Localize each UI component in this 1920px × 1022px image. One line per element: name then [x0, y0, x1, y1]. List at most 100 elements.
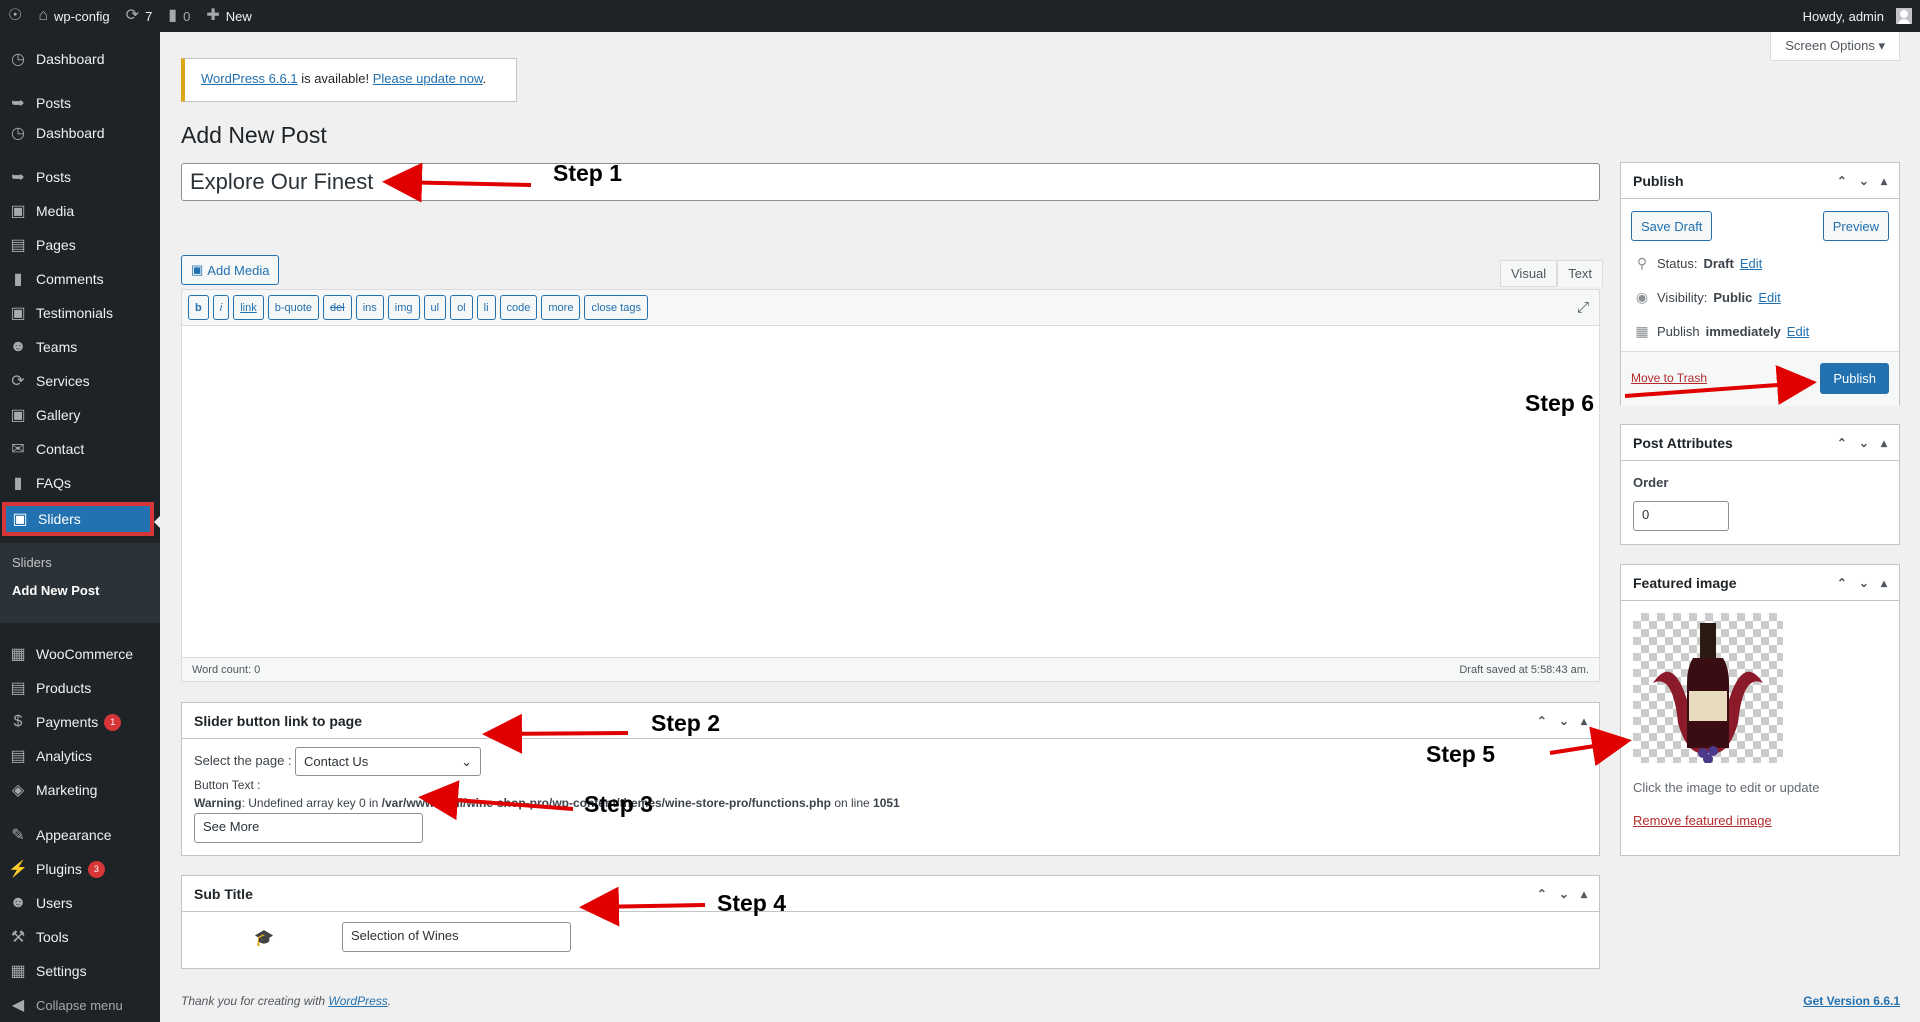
add-media-button[interactable]: ▣ Add Media	[181, 255, 280, 285]
users-icon: ☻	[9, 894, 27, 911]
menu-pages[interactable]: ▤ Pages	[0, 228, 160, 262]
qt-ul-button[interactable]: ul	[423, 295, 447, 320]
post-attributes-box: Post Attributes ⌃ ⌄ ▴ Order 0	[1620, 424, 1900, 545]
preview-button[interactable]: Preview	[1822, 211, 1889, 241]
featured-image-thumbnail[interactable]	[1633, 613, 1783, 764]
qt-bquote-button[interactable]: b-quote	[267, 295, 320, 320]
button-text-input[interactable]: See More	[194, 813, 423, 843]
qt-link-button[interactable]: link	[233, 295, 264, 320]
edit-schedule-link[interactable]: Edit	[1787, 324, 1809, 339]
menu-dashboard[interactable]: ◷ Dashboard	[0, 42, 160, 76]
pin-icon: ⚲	[1636, 255, 1648, 271]
menu-comments[interactable]: ▮ Comments	[0, 262, 160, 296]
menu-contact[interactable]: ✉ Contact	[0, 432, 160, 466]
menu-marketing[interactable]: ◈ Marketing	[0, 773, 160, 807]
menu-posts[interactable]: ➥ Posts	[0, 86, 160, 120]
site-name-link[interactable]: ⌂ wp-config	[30, 0, 117, 32]
remove-featured-image-link[interactable]: Remove featured image	[1633, 813, 1772, 828]
updates-link[interactable]: ⟳ 7	[118, 0, 161, 32]
collapse-box-icon[interactable]: ▴	[1581, 887, 1587, 901]
move-down-icon[interactable]: ⌄	[1859, 174, 1869, 188]
collapse-box-icon[interactable]: ▴	[1581, 714, 1587, 728]
move-to-trash-link[interactable]: Move to Trash	[1631, 371, 1707, 385]
menu-teams[interactable]: ☻ Teams	[0, 330, 160, 364]
menu-settings[interactable]: ▦ Settings	[0, 954, 160, 988]
menu-woocommerce[interactable]: ▦ WooCommerce	[0, 637, 160, 671]
menu-faqs[interactable]: ▮ FAQs	[0, 466, 160, 500]
menu-payments[interactable]: $ Payments 1	[0, 705, 160, 739]
menu-posts-2[interactable]: ➥ Posts	[0, 160, 160, 194]
qt-close-tags-button[interactable]: close tags	[584, 295, 648, 320]
wordpress-logo-icon[interactable]: ☉	[0, 0, 30, 32]
save-draft-button[interactable]: Save Draft	[1631, 211, 1713, 241]
move-down-icon[interactable]: ⌄	[1559, 887, 1569, 901]
menu-dashboard-2[interactable]: ◷ Dashboard	[0, 116, 160, 150]
update-now-link[interactable]: Please update now	[373, 71, 483, 86]
menu-users[interactable]: ☻ Users	[0, 886, 160, 920]
qt-more-button[interactable]: more	[541, 295, 581, 320]
qt-italic-button[interactable]: i	[212, 295, 230, 320]
tools-icon: ⚒	[10, 929, 26, 946]
version-link[interactable]: WordPress 6.6.1	[201, 71, 298, 86]
qt-bold-button[interactable]: b	[188, 295, 209, 320]
admin-sidebar: ◷ Dashboard ➥ Posts ◷ Dashboard ➥ Posts ▣ Med…	[0, 32, 160, 1022]
edit-visibility-link[interactable]: Edit	[1758, 290, 1780, 305]
page-title: Add New Post	[181, 122, 327, 148]
qt-li-button[interactable]: li	[476, 295, 496, 320]
order-input[interactable]: 0	[1633, 501, 1729, 531]
postbox-header: Post Attributes ⌃ ⌄ ▴	[1621, 425, 1899, 461]
comments-link[interactable]: ▮ 0	[160, 0, 198, 32]
screen-options-button[interactable]: Screen Options ▾	[1770, 32, 1900, 61]
menu-gallery[interactable]: ▣ Gallery	[0, 398, 160, 432]
qt-del-button[interactable]: del	[323, 295, 352, 320]
collapse-box-icon[interactable]: ▴	[1881, 174, 1887, 188]
move-up-icon[interactable]: ⌃	[1537, 714, 1547, 728]
order-label: Order	[1633, 475, 1669, 490]
testimonials-icon: ▣	[10, 305, 26, 322]
qt-ins-button[interactable]: ins	[355, 295, 384, 320]
move-down-icon[interactable]: ⌄	[1559, 714, 1569, 728]
publish-button[interactable]: Publish	[1820, 363, 1889, 394]
get-version-link[interactable]: Get Version 6.6.1	[1803, 994, 1900, 1008]
menu-testimonials[interactable]: ▣ Testimonials	[0, 296, 160, 330]
menu-analytics[interactable]: ▤ Analytics	[0, 739, 160, 773]
wordpress-link[interactable]: WordPress	[328, 994, 387, 1008]
button-text-label: Button Text :	[194, 778, 261, 792]
sliders-submenu: Sliders Add New Post	[0, 543, 160, 623]
qt-ol-button[interactable]: ol	[450, 295, 473, 320]
menu-media[interactable]: ▣ Media	[0, 194, 160, 228]
collapse-box-icon[interactable]: ▴	[1881, 436, 1887, 450]
qt-img-button[interactable]: img	[387, 295, 420, 320]
tab-text[interactable]: Text	[1557, 260, 1604, 287]
fullscreen-icon[interactable]: ⤢	[1577, 299, 1589, 316]
move-down-icon[interactable]: ⌄	[1859, 436, 1869, 450]
move-down-icon[interactable]: ⌄	[1859, 576, 1869, 590]
sub-title-input[interactable]: Selection of Wines	[342, 922, 571, 952]
menu-services[interactable]: ⟳ Services	[0, 364, 160, 398]
collapse-menu-button[interactable]: ◀ Collapse menu	[0, 988, 160, 1022]
new-content-link[interactable]: ✚ New	[198, 0, 259, 32]
move-up-icon[interactable]: ⌃	[1537, 887, 1547, 901]
menu-products[interactable]: ▤ Products	[0, 671, 160, 705]
submenu-add-new-post[interactable]: Add New Post	[12, 583, 99, 598]
sub-title-box: Sub Title ⌃ ⌄ ▴ 🎓 Selection of Wines	[181, 875, 1600, 969]
content-textarea[interactable]	[182, 326, 1599, 656]
qt-code-button[interactable]: code	[499, 295, 538, 320]
media-icon: ▣	[10, 203, 26, 220]
select-page-dropdown[interactable]: Contact Us ⌄	[295, 747, 481, 776]
post-title-input[interactable]: Explore Our Finest	[181, 163, 1600, 201]
edit-status-link[interactable]: Edit	[1740, 256, 1762, 271]
collapse-box-icon[interactable]: ▴	[1881, 576, 1887, 590]
move-up-icon[interactable]: ⌃	[1837, 436, 1847, 450]
move-up-icon[interactable]: ⌃	[1837, 174, 1847, 188]
menu-plugins[interactable]: ⚡ Plugins 3	[0, 852, 160, 886]
submenu-sliders[interactable]: Sliders	[12, 555, 52, 570]
settings-icon: ▦	[10, 963, 26, 980]
tab-visual[interactable]: Visual	[1500, 260, 1558, 287]
menu-tools[interactable]: ⚒ Tools	[0, 920, 160, 954]
my-account-link[interactable]: Howdy, admin	[1795, 0, 1920, 32]
contact-icon: ✉	[11, 441, 25, 458]
move-up-icon[interactable]: ⌃	[1837, 576, 1847, 590]
menu-sliders[interactable]: ▣ Sliders	[2, 502, 154, 536]
menu-appearance[interactable]: ✎ Appearance	[0, 818, 160, 852]
